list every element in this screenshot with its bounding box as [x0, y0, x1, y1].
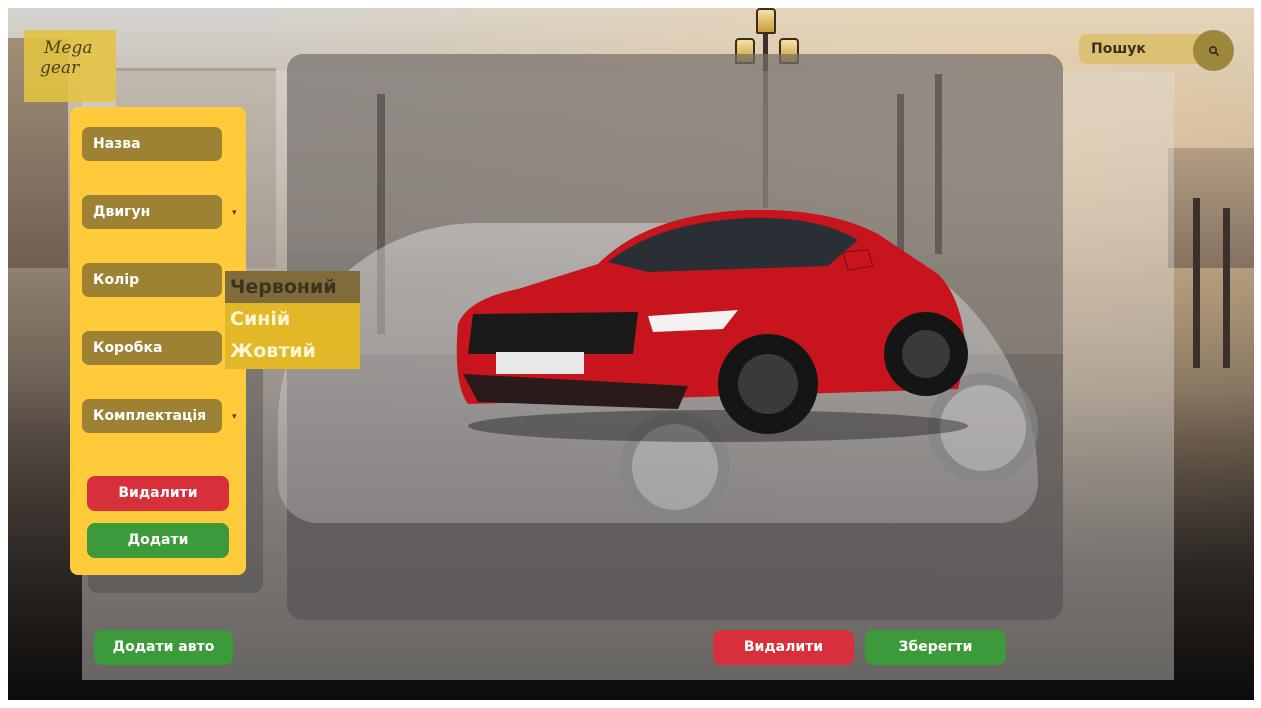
logo-line: Mega — [44, 38, 93, 58]
add-car-button[interactable]: Додати авто — [94, 630, 233, 665]
background-scene: Mega gear Назва Двигун ▾ Колір Коробка К… — [8, 8, 1254, 700]
engine-field[interactable]: Двигун — [82, 195, 222, 229]
chevron-down-icon[interactable]: ▾ — [232, 208, 237, 218]
search-button[interactable] — [1193, 30, 1234, 71]
panel-delete-button[interactable]: Видалити — [87, 476, 229, 511]
logo-line: gear — [40, 58, 80, 78]
color-field[interactable]: Колір — [82, 263, 222, 297]
save-button[interactable]: Зберегти — [865, 630, 1006, 665]
dropdown-option-yellow[interactable]: Жовтий — [225, 335, 360, 367]
background-building — [1168, 148, 1254, 268]
logo: Mega gear — [24, 30, 116, 102]
delete-button[interactable]: Видалити — [713, 630, 854, 665]
color-dropdown[interactable]: Червоний Синій Жовтий — [225, 271, 360, 369]
gearbox-field[interactable]: Коробка — [82, 331, 222, 365]
trim-field[interactable]: Комплектація — [82, 399, 222, 433]
dropdown-option-red[interactable]: Червоний — [225, 271, 360, 303]
street-lamp — [756, 8, 776, 34]
pier-post — [1193, 198, 1200, 368]
pier-post — [1223, 208, 1230, 368]
search-bar: Пошук — [1079, 30, 1235, 71]
panel-add-button[interactable]: Додати — [87, 523, 229, 558]
car-image — [456, 209, 968, 442]
car-properties-panel: Назва Двигун ▾ Колір Коробка Комплектаці… — [70, 107, 246, 575]
dropdown-option-blue[interactable]: Синій — [225, 303, 360, 335]
search-icon — [1208, 45, 1219, 56]
search-input[interactable]: Пошук — [1079, 34, 1209, 64]
chevron-down-icon[interactable]: ▾ — [232, 412, 237, 422]
name-field[interactable]: Назва — [82, 127, 222, 161]
